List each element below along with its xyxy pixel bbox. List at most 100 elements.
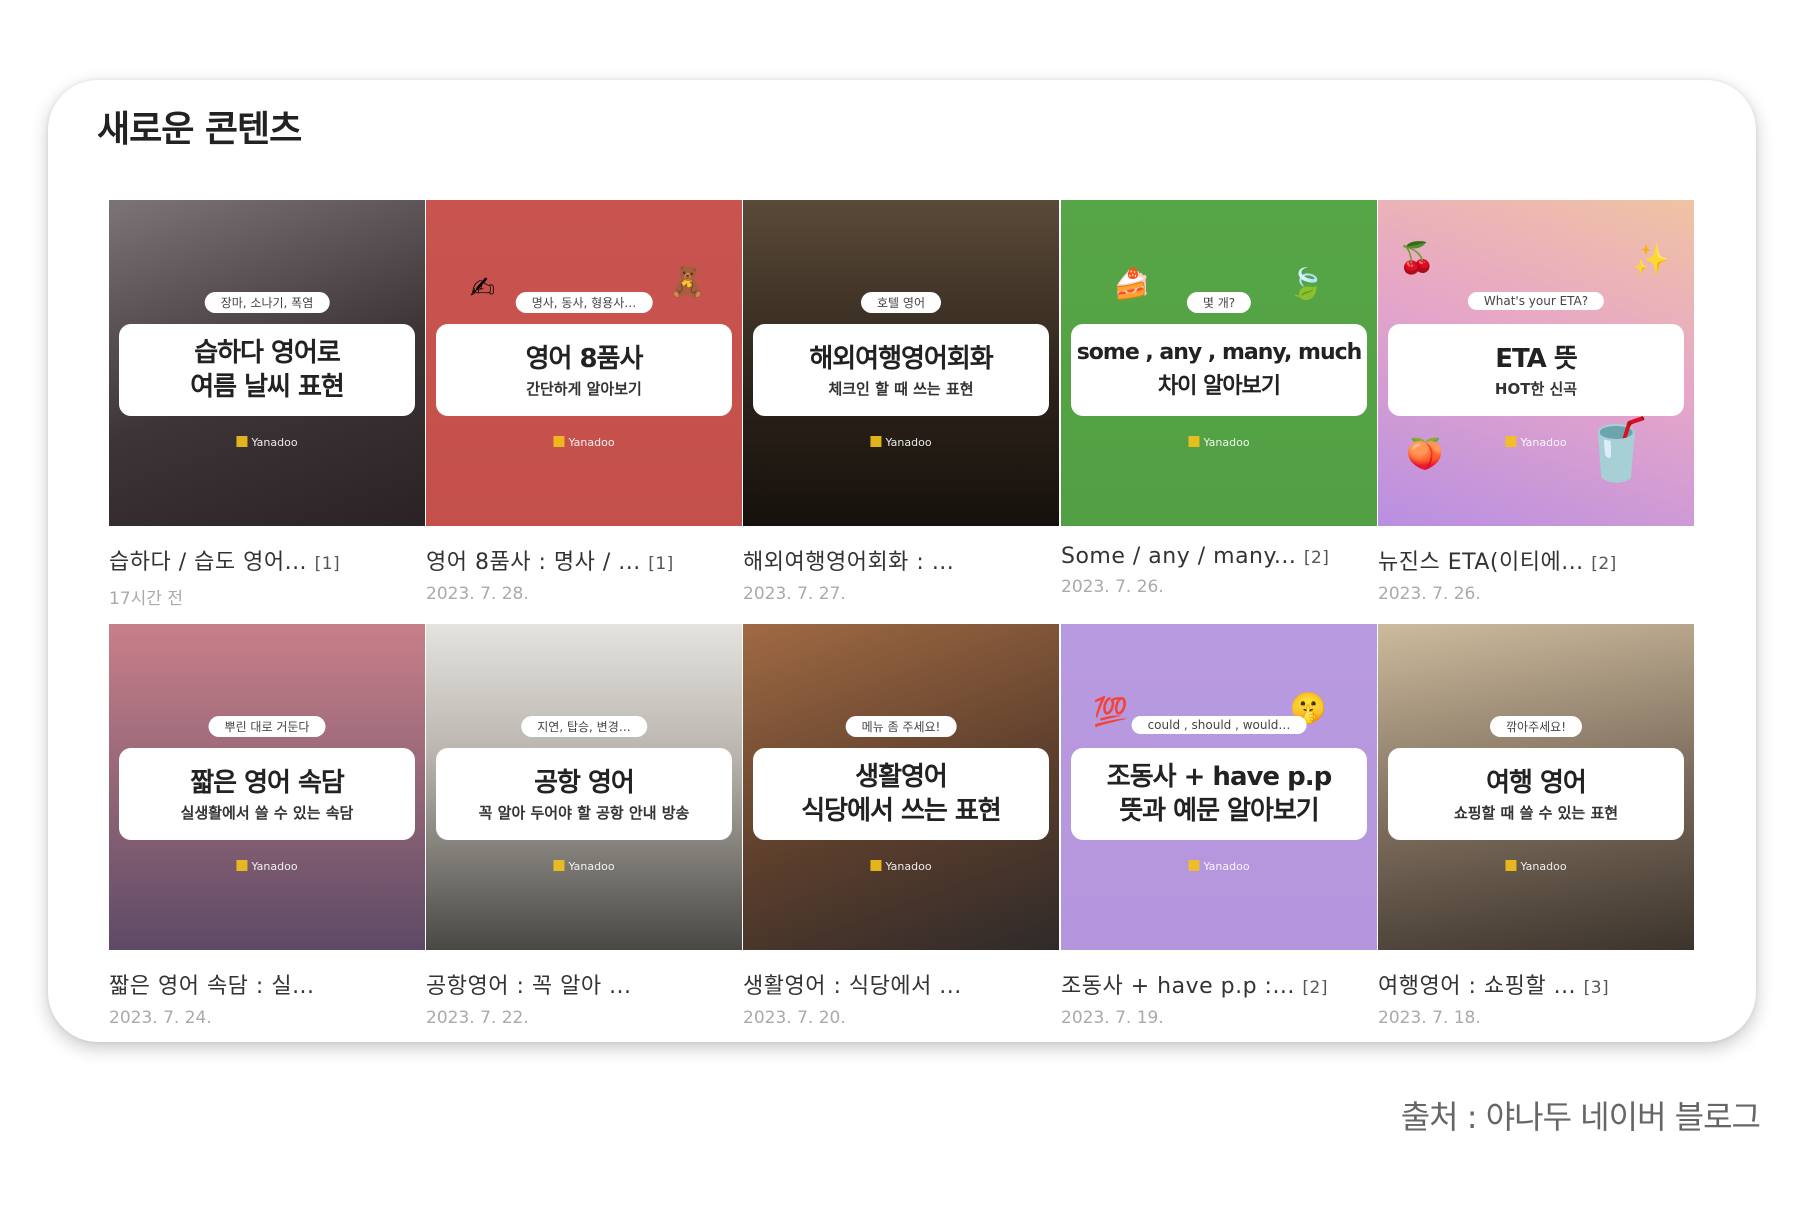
logo-text: Yanadoo	[568, 436, 615, 449]
post-date: 2023. 7. 19.	[1061, 1008, 1164, 1028]
logo-mark-icon	[1188, 436, 1200, 447]
thumbnail-headline: 짧은 영어 속담	[190, 767, 345, 798]
comment-count: [2]	[1591, 554, 1617, 574]
section-title: 새로운 콘텐츠	[97, 109, 302, 150]
logo-text: Yanadoo	[1520, 860, 1567, 873]
content-caption[interactable]: 공항영어 : 꼭 알아 ... 2023. 7. 22.	[426, 968, 742, 1028]
content-thumbnail[interactable]: 호텔 영어 해외여행영어회화 체크인 할 때 쓰는 표현 Yanadoo	[743, 200, 1059, 526]
logo-mark-icon	[236, 860, 248, 871]
logo-text: Yanadoo	[885, 860, 932, 873]
content-thumbnail[interactable]: ✍ 🧸 명사, 동사, 형용사… 영어 8품사 간단하게 알아보기 Yanadoo	[426, 200, 742, 526]
content-title-link[interactable]: 짧은 영어 속담 : 실...	[109, 968, 425, 1000]
content-caption[interactable]: 해외여행영어회화 : ... 2023. 7. 27.	[743, 544, 1059, 604]
content-thumbnail[interactable]: 💯 🤫 could , should , would… 조동사 + have p.p …	[1061, 624, 1377, 950]
thumbnail-subline: 꼭 알아 두어야 할 공항 안내 방송	[478, 803, 690, 822]
thumbnail-headline: 습하다 영어로 여름 날씨 표현	[190, 338, 345, 402]
post-date: 2023. 7. 26.	[1061, 577, 1164, 597]
logo-text: Yanadoo	[1203, 860, 1250, 873]
content-title-link[interactable]: 해외여행영어회화 : ...	[743, 544, 1059, 576]
content-caption[interactable]: 뉴진스 ETA(이티에... [2] 2023. 7. 26.	[1378, 544, 1694, 604]
content-title: 해외여행영어회화 : ...	[743, 550, 955, 575]
content-title-link[interactable]: Some / any / many... [2]	[1061, 544, 1377, 569]
thumbnail-headline: ETA 뜻	[1495, 343, 1578, 374]
content-caption[interactable]: 영어 8품사 : 명사 / ... [1] 2023. 7. 28.	[426, 544, 742, 604]
content-title: 생활영어 : 식당에서 ...	[743, 974, 962, 999]
logo-mark-icon	[236, 436, 248, 447]
headline-panel: 여행 영어 쇼핑할 때 쓸 수 있는 표현	[1388, 748, 1684, 840]
sticker-icon: 🍰	[1113, 267, 1151, 302]
comment-count: [1]	[314, 554, 341, 574]
topic-pill: 깎아주세요!	[1489, 716, 1583, 737]
content-title-link[interactable]: 생활영어 : 식당에서 ...	[743, 968, 1059, 1000]
comment-count: [2]	[1303, 548, 1330, 568]
thumbnail-subline: 체크인 할 때 쓰는 표현	[828, 379, 974, 398]
headline-panel: 조동사 + have p.p 뜻과 예문 알아보기	[1071, 748, 1367, 840]
headline-panel: some , any , many, much 차이 알아보기	[1071, 324, 1367, 416]
content-caption[interactable]: 짧은 영어 속담 : 실... 2023. 7. 24.	[109, 968, 425, 1028]
brand-logo: Yanadoo	[870, 436, 932, 449]
brand-logo: Yanadoo	[1505, 860, 1567, 873]
source-note: 출처 : 야나두 네이버 블로그	[1400, 1098, 1761, 1136]
content-title-link[interactable]: 공항영어 : 꼭 알아 ...	[426, 968, 742, 1000]
content-thumbnail[interactable]: 장마, 소나기, 폭염습하다 영어로 여름 날씨 표현 Yanadoo	[109, 200, 425, 526]
content-thumbnail[interactable]: 깎아주세요! 여행 영어 쇼핑할 때 쓸 수 있는 표현 Yanadoo	[1378, 624, 1694, 950]
sticker-icon: ✍	[470, 271, 496, 306]
content-thumbnail[interactable]: 지연, 탑승, 변경… 공항 영어꼭 알아 두어야 할 공항 안내 방송 Yanad…	[426, 624, 742, 950]
content-title-link[interactable]: 뉴진스 ETA(이티에... [2]	[1378, 544, 1694, 576]
brand-logo: Yanadoo	[553, 860, 615, 873]
post-date: 2023. 7. 18.	[1378, 1008, 1481, 1028]
content-thumbnail[interactable]: 🍒 ✨ 🍑 🥤 What's your ETA? ETA 뜻 HOT한 신곡 Yanadoo	[1378, 200, 1694, 526]
content-title-link[interactable]: 조동사 + have p.p :... [2]	[1061, 968, 1377, 1000]
topic-pill: 지연, 탑승, 변경…	[521, 716, 647, 737]
comment-count: [2]	[1302, 978, 1329, 998]
thumbnail-subline: 쇼핑할 때 쓸 수 있는 표현	[1453, 803, 1619, 822]
sticker-icon: 💯	[1093, 695, 1128, 728]
sticker-icon: 🍒	[1398, 241, 1436, 276]
post-date: 2023. 7. 22.	[426, 1008, 529, 1028]
logo-text: Yanadoo	[1520, 436, 1567, 449]
content-caption[interactable]: Some / any / many... [2] 2023. 7. 26.	[1061, 544, 1377, 597]
brand-logo: Yanadoo	[870, 860, 932, 873]
thumbnail-headline: 공항 영어	[534, 767, 635, 798]
brand-logo: Yanadoo	[1505, 436, 1567, 449]
content-title: 영어 8품사 : 명사 / ...	[426, 550, 641, 575]
topic-pill: 메뉴 좀 주세요!	[845, 716, 957, 737]
content-caption[interactable]: 습하다 / 습도 영어... [1] 17시간 전	[109, 544, 425, 609]
brand-logo: Yanadoo	[1188, 860, 1250, 873]
headline-panel: 생활영어 식당에서 쓰는 표현	[753, 748, 1049, 840]
content-title-link[interactable]: 여행영어 : 쇼핑할 ... [3]	[1378, 968, 1694, 1000]
logo-text: Yanadoo	[251, 436, 298, 449]
content-caption[interactable]: 여행영어 : 쇼핑할 ... [3] 2023. 7. 18.	[1378, 968, 1694, 1028]
logo-mark-icon	[1505, 860, 1517, 871]
topic-pill: 장마, 소나기, 폭염	[204, 292, 330, 313]
logo-mark-icon	[870, 436, 882, 447]
topic-pill: could , should , would…	[1131, 716, 1307, 734]
headline-panel: 습하다 영어로 여름 날씨 표현	[119, 324, 415, 416]
post-date: 2023. 7. 20.	[743, 1008, 846, 1028]
logo-mark-icon	[1505, 436, 1517, 447]
post-date: 2023. 7. 24.	[109, 1008, 212, 1028]
content-thumbnail[interactable]: 🍰 🍃 몇 개? some , any , many, much 차이 알아보기 Yan…	[1061, 200, 1377, 526]
sticker-icon: 🧸	[668, 265, 706, 300]
brand-logo: Yanadoo	[236, 436, 298, 449]
topic-pill: 호텔 영어	[861, 292, 941, 313]
brand-logo: Yanadoo	[553, 436, 615, 449]
thumbnail-subline: HOT한 신곡	[1494, 379, 1578, 398]
thumbnail-headline: 영어 8품사	[525, 343, 644, 374]
content-caption[interactable]: 조동사 + have p.p :... [2] 2023. 7. 19.	[1061, 968, 1377, 1028]
logo-text: Yanadoo	[885, 436, 932, 449]
content-thumbnail[interactable]: 메뉴 좀 주세요! 생활영어 식당에서 쓰는 표현 Yanadoo	[743, 624, 1059, 950]
sticker-icon: 🍃	[1287, 267, 1325, 302]
content-title-link[interactable]: 습하다 / 습도 영어... [1]	[109, 544, 425, 576]
thumbnail-headline: 조동사 + have p.p 뜻과 예문 알아보기	[1106, 762, 1332, 826]
content-caption[interactable]: 생활영어 : 식당에서 ... 2023. 7. 20.	[743, 968, 1059, 1028]
thumbnail-headline: some , any , many, much 차이 알아보기	[1076, 340, 1363, 399]
content-title: 짧은 영어 속담 : 실...	[109, 974, 315, 999]
logo-mark-icon	[553, 860, 565, 871]
sticker-icon: 🥤	[1579, 415, 1654, 485]
post-date: 2023. 7. 26.	[1378, 584, 1481, 604]
logo-text: Yanadoo	[251, 860, 298, 873]
content-title-link[interactable]: 영어 8품사 : 명사 / ... [1]	[426, 544, 742, 576]
topic-pill: What's your ETA?	[1467, 292, 1605, 310]
content-thumbnail[interactable]: 뿌린 대로 거둔다 짧은 영어 속담 실생활에서 쓸 수 있는 속담 Yanadoo	[109, 624, 425, 950]
